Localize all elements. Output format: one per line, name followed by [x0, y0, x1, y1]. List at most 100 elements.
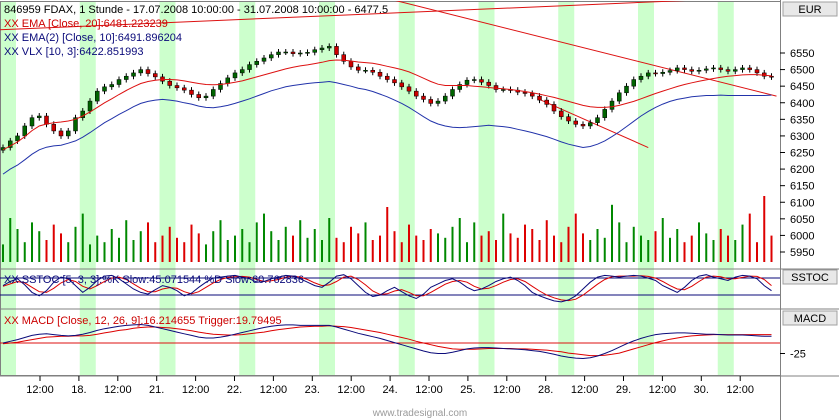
candle-body	[44, 115, 49, 125]
volume-bar	[473, 222, 476, 262]
candle-body	[211, 89, 216, 97]
volume-bar	[589, 240, 592, 262]
candle-body	[305, 52, 310, 54]
volume-bar	[81, 213, 84, 262]
volume-bar	[183, 242, 186, 262]
candle-body	[479, 79, 484, 83]
stoch-panel-label: SSTOC	[791, 272, 829, 284]
candle-body	[617, 92, 622, 102]
candle-body	[377, 71, 383, 77]
candle-body	[580, 124, 586, 127]
candle-body	[385, 75, 390, 80]
volume-bar	[408, 224, 410, 262]
candle-body	[486, 81, 491, 86]
volume-bar	[516, 237, 519, 262]
candle-body	[319, 47, 325, 50]
volume-bar	[154, 242, 157, 262]
volume-bar	[219, 220, 222, 262]
volume-bar	[190, 224, 193, 262]
volume-bar	[596, 229, 599, 262]
candle-body	[559, 110, 564, 117]
time-tick-label: 18.	[71, 384, 86, 396]
volume-bar	[683, 242, 686, 262]
candle-body	[145, 69, 151, 74]
candle-body	[718, 67, 723, 70]
volume-bar	[625, 242, 628, 262]
candle-body	[240, 69, 245, 74]
volume-bar	[603, 237, 606, 262]
candle-body	[602, 109, 607, 118]
candle-body	[167, 80, 172, 86]
volume-bar	[74, 226, 77, 262]
volume-bar	[661, 218, 664, 262]
time-tick-label: 12:00	[726, 384, 754, 396]
volume-bar	[147, 222, 149, 262]
volume-bar	[495, 240, 497, 262]
volume-bar	[734, 240, 737, 262]
candle-body	[740, 67, 745, 70]
candle-body	[704, 68, 709, 71]
volume-bar	[458, 218, 461, 262]
candle-body	[522, 91, 528, 94]
volume-bar	[654, 231, 657, 262]
candle-body	[254, 61, 259, 65]
time-tick-label: 28.	[538, 384, 553, 396]
volume-bar	[640, 235, 642, 262]
volume-bar	[96, 235, 99, 262]
volume-bar	[712, 240, 715, 262]
chart-background	[0, 0, 839, 420]
volume-bar	[531, 229, 534, 262]
volume-bar	[574, 213, 577, 262]
volume-bar	[234, 235, 236, 262]
candle-body	[464, 79, 470, 85]
candle-body	[544, 99, 549, 105]
volume-bar	[292, 235, 294, 262]
candle-body	[588, 122, 593, 127]
price-tick-label: 5950	[790, 247, 814, 259]
volume-bar	[364, 222, 367, 262]
candle-body	[609, 100, 615, 110]
time-tick-label: 12:00	[649, 384, 677, 396]
candle-body	[182, 87, 187, 91]
volume-bar	[306, 237, 309, 262]
candle-body	[711, 67, 716, 70]
candle-body	[769, 75, 774, 78]
candle-body	[356, 66, 361, 71]
volume-bar	[690, 235, 693, 262]
time-tick-label: 30.	[694, 384, 709, 396]
volume-bar	[16, 229, 19, 262]
candle-body	[109, 84, 114, 88]
volume-bar	[444, 237, 447, 262]
volume-bar	[393, 231, 396, 262]
candle-body	[124, 75, 129, 80]
session-band	[478, 2, 495, 376]
volume-bar	[38, 231, 41, 262]
volume-bar	[763, 196, 766, 262]
candle-body	[370, 69, 375, 73]
session-band	[558, 2, 575, 376]
volume-bar	[567, 226, 570, 262]
volume-bar	[284, 226, 287, 262]
candle-body	[334, 46, 339, 55]
currency-label: EUR	[798, 4, 821, 16]
volume-bar	[437, 233, 439, 262]
candle-body	[225, 77, 230, 84]
volume-bar	[676, 229, 679, 262]
candle-body	[131, 72, 136, 77]
candle-body	[327, 46, 332, 49]
volume-bar	[226, 240, 229, 262]
candle-body	[29, 117, 35, 127]
time-tick-label: 23.	[305, 384, 320, 396]
volume-bar	[719, 229, 722, 262]
volume-bar	[9, 218, 12, 262]
candle-body	[138, 69, 143, 74]
candle-body	[312, 49, 317, 53]
candle-body	[189, 89, 194, 95]
candle-body	[682, 67, 687, 70]
candle-body	[689, 69, 694, 72]
volume-bar	[553, 235, 555, 262]
price-tick-label: 6200	[790, 164, 814, 176]
chart-title: 846959 FDAX, 1 Stunde - 17.07.2008 10:00…	[4, 4, 388, 16]
volume-bar	[582, 233, 584, 262]
volume-bar	[168, 226, 171, 262]
